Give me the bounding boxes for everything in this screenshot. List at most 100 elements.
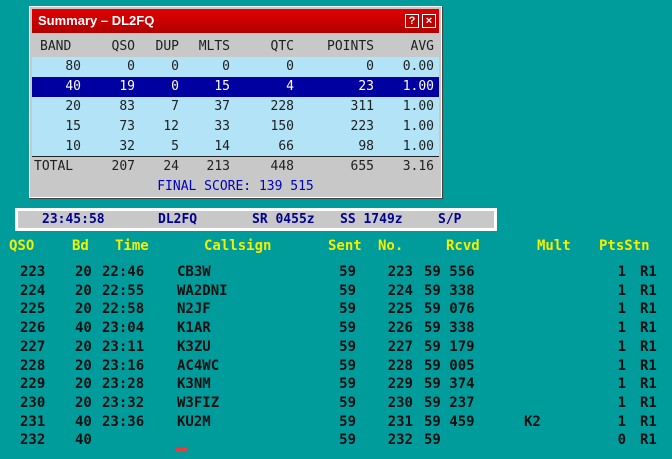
summary-cell-points: 23	[358, 79, 374, 94]
summary-cell-avg: 1.00	[402, 99, 434, 114]
log-row[interactable]: 223 20 22:46 CB3W 59 223 59 556 1 R1	[0, 264, 672, 282]
log-cell-call: W3FIZ	[177, 394, 220, 411]
log-cell-time: 22:46	[102, 264, 145, 280]
summary-cell-qso: 73	[119, 119, 135, 134]
summary-cell-qtc: 150	[270, 119, 294, 134]
close-icon[interactable]: ×	[422, 14, 436, 28]
log-cell-no: 230	[387, 394, 413, 411]
log-cell-rcvd: 59 556	[424, 264, 475, 280]
col-band: BAND	[40, 39, 72, 54]
summary-row-band[interactable]: 20 83 7 37 228 311 1.00	[32, 97, 439, 117]
log-cell-time: 23:04	[102, 320, 145, 337]
log-cell-qso: 225	[20, 301, 46, 318]
log-cell-pts: 0	[617, 432, 626, 449]
log-cell-rcvd: 59 459	[424, 413, 475, 430]
total-qtc: 448	[270, 159, 294, 174]
log-cell-qso: 227	[20, 338, 46, 355]
summary-cell-qso: 83	[119, 99, 135, 114]
summary-cell-dup: 12	[163, 119, 179, 134]
log-row[interactable]: 225 20 22:58 N2JF 59 225 59 076 1 R1	[0, 301, 672, 319]
summary-titlebar[interactable]: Summary – DL2FQ ? ×	[32, 9, 439, 33]
log-cell-stn: R1	[640, 320, 657, 337]
log-cell-time: 23:36	[102, 413, 145, 430]
log-cell-stn: R1	[640, 264, 657, 280]
log-row[interactable]: 228 20 23:16 AC4WC 59 228 59 005 1 R1	[0, 358, 672, 376]
log-cell-pts: 1	[617, 357, 626, 374]
log-cell-sent: 59	[339, 394, 356, 411]
log-row[interactable]: 229 20 23:28 K3NM 59 229 59 374 1 R1	[0, 376, 672, 394]
log-row[interactable]: 227 20 23:11 K3ZU 59 227 59 179 1 R1	[0, 339, 672, 357]
summary-cell-mlts: 15	[214, 79, 230, 94]
summary-cell-qso: 19	[119, 79, 135, 94]
status-callsign: DL2FQ	[158, 212, 198, 227]
log-cell-call: CB3W	[177, 264, 211, 280]
summary-window[interactable]: Summary – DL2FQ ? × BAND QSO DUP MLTS QT…	[29, 6, 442, 198]
log-cell-sent: 59	[339, 376, 356, 393]
col-qso: QSO	[111, 39, 135, 54]
final-score: FINAL SCORE: 139 515	[157, 179, 314, 194]
log-cell-call: KU2M	[177, 413, 211, 430]
summary-cell-avg: 0.00	[402, 59, 434, 74]
log-col-mult: Mult	[537, 238, 571, 254]
log-cell-stn: R1	[640, 432, 657, 449]
summary-row-band[interactable]: 40 19 0 15 4 23 1.00	[32, 77, 439, 97]
log-cell-time: 23:32	[102, 394, 145, 411]
log-cell-pts: 1	[617, 320, 626, 337]
log-cell-rcvd: 59 374	[424, 376, 475, 393]
summary-row-band[interactable]: 80 0 0 0 0 0 0.00	[32, 57, 439, 77]
col-points: POINTS	[327, 39, 374, 54]
log-cell-sent: 59	[339, 320, 356, 337]
log-cell-rcvd: 59 076	[424, 301, 475, 318]
log-cell-call: K1AR	[177, 320, 211, 337]
log-col-ptsstn: PtsStn	[599, 238, 650, 254]
log-cell-bd: 40	[75, 320, 92, 337]
log-cell-pts: 1	[617, 282, 626, 299]
log-cell-time: 23:11	[102, 338, 145, 355]
log-cell-rcvd: 59 338	[424, 282, 475, 299]
log-cell-no: 224	[387, 282, 413, 299]
summary-cell-qtc: 0	[286, 59, 294, 74]
log-cell-qso: 224	[20, 282, 46, 299]
log-cell-pts: 1	[617, 413, 626, 430]
summary-cell-band: 10	[65, 139, 81, 154]
summary-title: Summary – DL2FQ	[38, 13, 155, 28]
log-cell-sent: 59	[339, 338, 356, 355]
log-row[interactable]: 231 40 23:36 KU2M 59 231 59 459 K2 1 R1	[0, 414, 672, 432]
log-cell-qso: 223	[20, 264, 46, 280]
log-cell-no: 226	[387, 320, 413, 337]
summary-row-band[interactable]: 15 73 12 33 150 223 1.00	[32, 117, 439, 137]
summary-cell-qtc: 4	[286, 79, 294, 94]
log-col-sent: Sent	[328, 238, 362, 254]
log-cell-rcvd: 59 237	[424, 394, 475, 411]
total-mlts: 213	[206, 159, 230, 174]
col-qtc: QTC	[270, 39, 294, 54]
log-cell-time: 22:55	[102, 282, 145, 299]
log-cell-stn: R1	[640, 357, 657, 374]
summary-cell-band: 40	[65, 79, 81, 94]
log-cell-qso: 228	[20, 357, 46, 374]
log-cell-bd: 20	[75, 338, 92, 355]
col-mlts: MLTS	[198, 39, 230, 54]
log-header-row: QSO Bd Time Callsign Sent No. Rcvd Mult …	[0, 238, 672, 256]
log-row[interactable]: 232 40 59 232 59 0 R1	[0, 432, 672, 450]
log-cell-rcvd: 59 179	[424, 338, 475, 355]
status-mode: S/P	[438, 212, 462, 227]
log-row[interactable]: 226 40 23:04 K1AR 59 226 59 338 1 R1	[0, 320, 672, 338]
log-cell-call: WA2DNI	[177, 282, 228, 299]
log-cell-bd: 20	[75, 282, 92, 299]
log-cell-pts: 1	[617, 394, 626, 411]
log-cell-no: 232	[387, 432, 413, 449]
log-cell-bd: 40	[75, 413, 92, 430]
summary-row-band[interactable]: 10 32 5 14 66 98 1.00	[32, 137, 439, 157]
log-row[interactable]: 224 20 22:55 WA2DNI 59 224 59 338 1 R1	[0, 283, 672, 301]
log-cell-qso: 226	[20, 320, 46, 337]
log-cell-pts: 1	[617, 301, 626, 318]
log-cell-no: 227	[387, 338, 413, 355]
log-col-no: No.	[378, 238, 404, 254]
log-cell-stn: R1	[640, 282, 657, 299]
log-cell-bd: 20	[75, 394, 92, 411]
log-row[interactable]: 230 20 23:32 W3FIZ 59 230 59 237 1 R1	[0, 395, 672, 413]
summary-cell-avg: 1.00	[402, 139, 434, 154]
help-icon[interactable]: ?	[405, 14, 419, 28]
log-cell-call: N2JF	[177, 301, 211, 318]
